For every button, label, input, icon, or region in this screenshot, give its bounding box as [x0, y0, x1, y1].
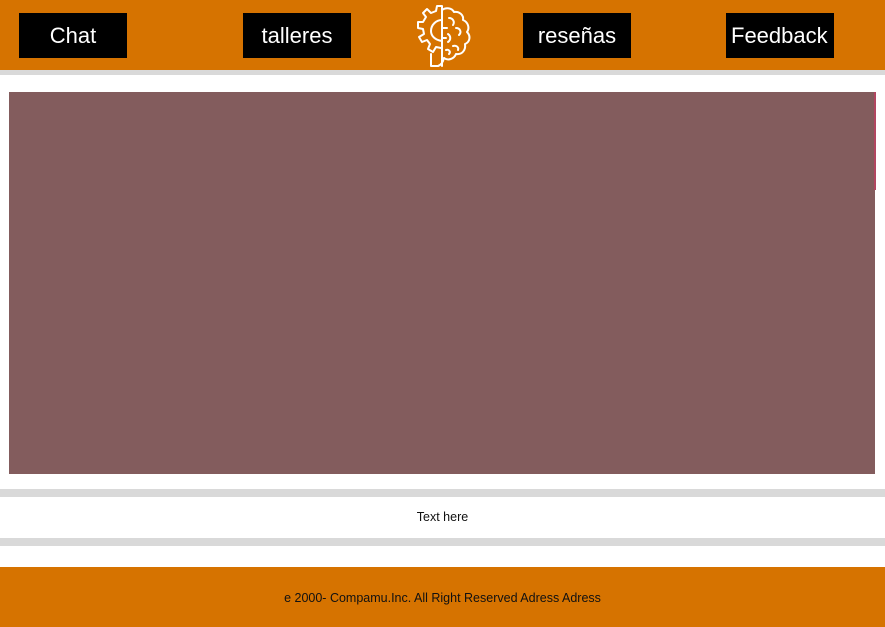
hero-edge-accent — [874, 92, 876, 190]
nav-chat-button[interactable]: Chat — [19, 13, 127, 58]
hero-banner — [9, 92, 875, 474]
page: Chat talleres reseñas Feedback Text here — [0, 0, 885, 627]
body-text: Text here — [416, 510, 469, 524]
brain-gear-icon[interactable] — [409, 4, 477, 70]
content-divider-top — [0, 489, 885, 497]
content-divider-bottom — [0, 538, 885, 546]
nav-talleres-button[interactable]: talleres — [243, 13, 351, 58]
nav-resenas-button[interactable]: reseñas — [523, 13, 631, 58]
header-divider — [0, 70, 885, 75]
nav-feedback-button[interactable]: Feedback — [726, 13, 834, 58]
copyright-text: e 2000- Compamu.Inc. All Right Reserved … — [284, 591, 601, 605]
header: Chat talleres reseñas Feedback — [0, 0, 885, 70]
footer: e 2000- Compamu.Inc. All Right Reserved … — [0, 567, 885, 627]
